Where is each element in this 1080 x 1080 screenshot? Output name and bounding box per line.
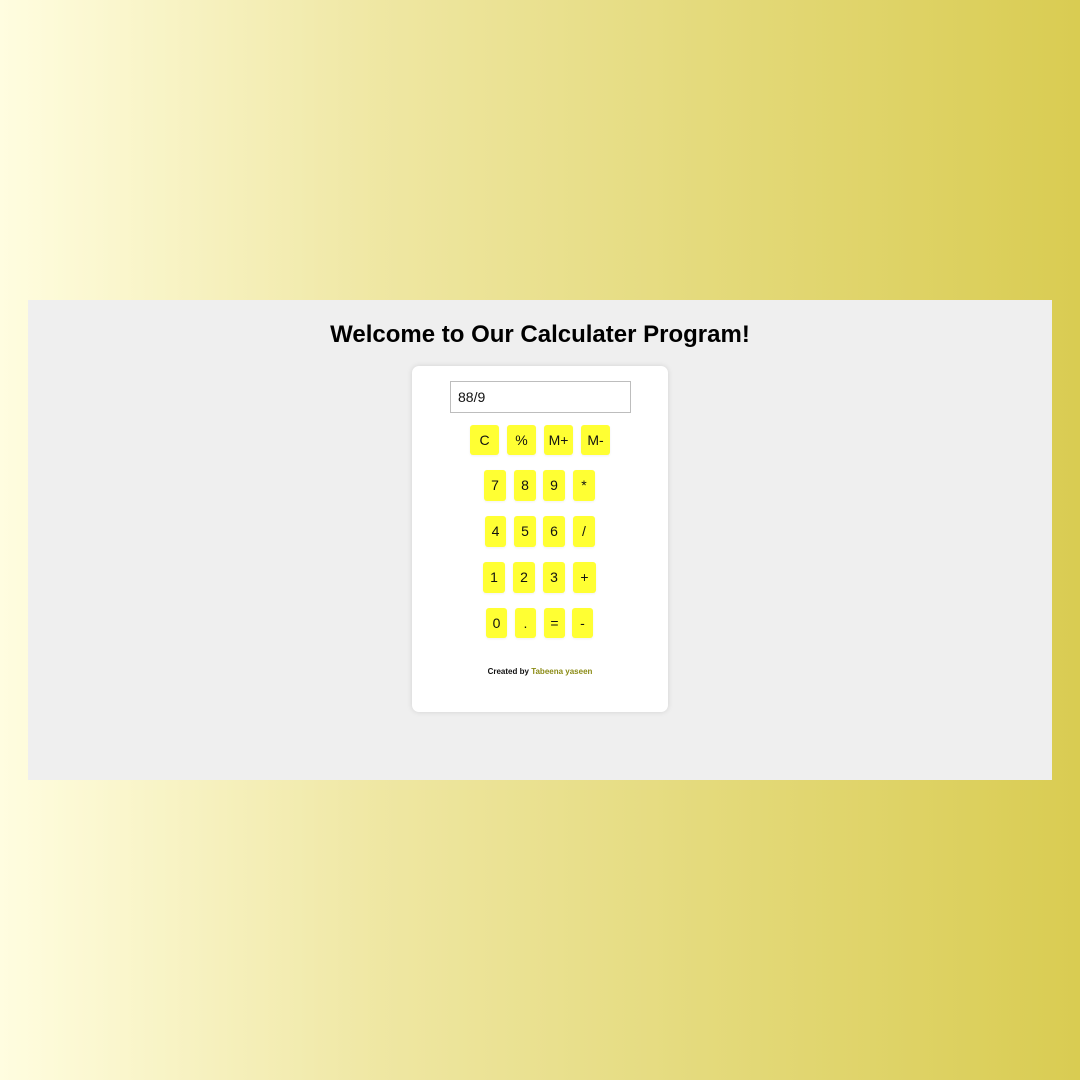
minus-button[interactable]: - [572, 608, 593, 638]
credit-line: Created by Tabeena yaseen [412, 667, 668, 676]
digit-9-button[interactable]: 9 [543, 470, 565, 501]
digit-1-button[interactable]: 1 [483, 562, 505, 593]
memory-subtract-button[interactable]: M- [581, 425, 610, 455]
digit-4-button[interactable]: 4 [485, 516, 506, 547]
digit-6-button[interactable]: 6 [543, 516, 565, 547]
calculator-card: C % M+ M- 7 8 9 * 4 5 6 / 1 2 3 + 0 . = … [412, 366, 668, 712]
memory-add-button[interactable]: M+ [544, 425, 573, 455]
digit-5-button[interactable]: 5 [514, 516, 536, 547]
multiply-button[interactable]: * [573, 470, 595, 501]
equals-button[interactable]: = [544, 608, 565, 638]
calculator-display[interactable] [450, 381, 631, 413]
digit-2-button[interactable]: 2 [513, 562, 535, 593]
percent-button[interactable]: % [507, 425, 536, 455]
digit-0-button[interactable]: 0 [486, 608, 507, 638]
page-title: Welcome to Our Calculater Program! [330, 321, 750, 348]
plus-button[interactable]: + [573, 562, 596, 593]
app-screen: Welcome to Our Calculater Program! C % M… [28, 300, 1052, 780]
credit-prefix: Created by [487, 667, 529, 676]
divide-button[interactable]: / [573, 516, 595, 547]
digit-7-button[interactable]: 7 [484, 470, 506, 501]
clear-button[interactable]: C [470, 425, 499, 455]
digit-3-button[interactable]: 3 [543, 562, 565, 593]
decimal-button[interactable]: . [515, 608, 536, 638]
digit-8-button[interactable]: 8 [514, 470, 536, 501]
credit-author: Tabeena yaseen [531, 667, 593, 676]
